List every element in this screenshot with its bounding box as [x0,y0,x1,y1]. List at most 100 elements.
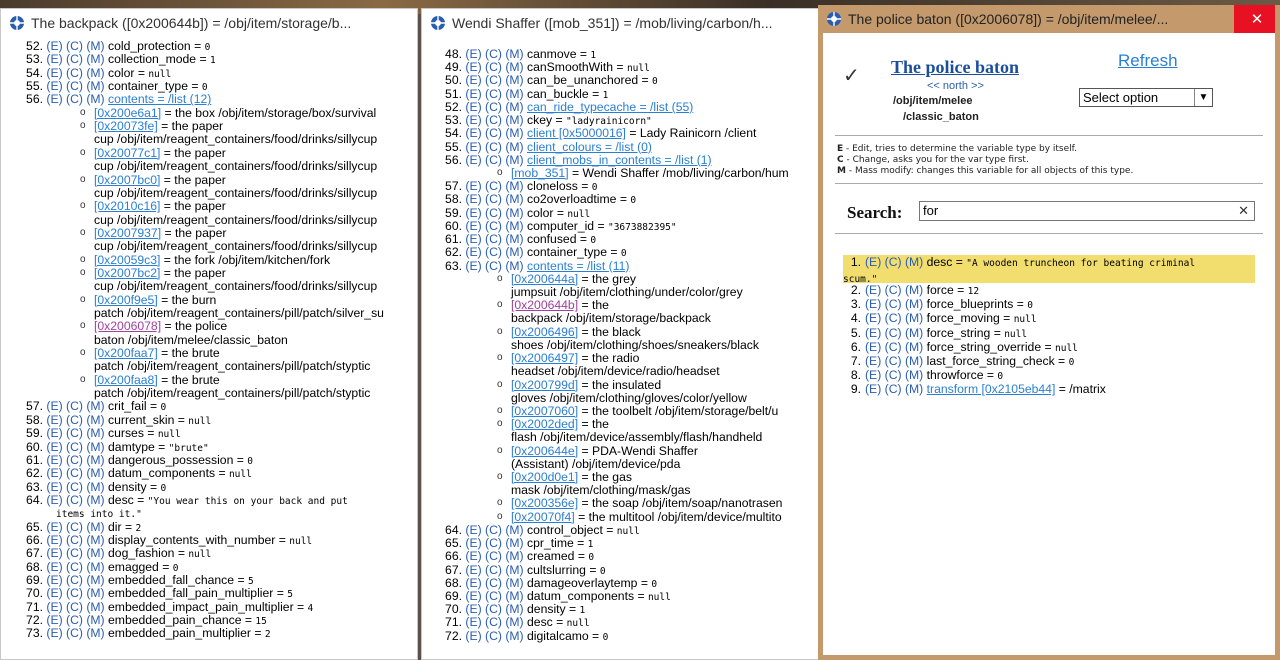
edit-link[interactable]: (E) [865,283,881,297]
change-link[interactable]: (C) [485,232,502,246]
change-link[interactable]: (C) [66,399,83,413]
mass-modify-link[interactable]: (M) [505,100,523,114]
reference-link[interactable]: [0x200d0e1] [511,470,578,484]
mass-modify-link[interactable]: (M) [86,493,104,507]
reference-link[interactable]: [0x200799d] [511,378,578,392]
change-link[interactable]: (C) [66,440,83,454]
edit-link[interactable]: (E) [465,629,481,643]
change-link[interactable]: (C) [485,536,502,550]
edit-link[interactable]: (E) [865,297,881,311]
edit-link[interactable]: (E) [46,600,62,614]
option-select[interactable]: Select option ▼ [1079,88,1213,107]
mass-modify-link[interactable]: (M) [505,589,523,603]
reference-link[interactable]: [0x2007937] [94,226,161,240]
reference-link[interactable]: [0x200356e] [511,496,578,510]
variable-name-link[interactable]: contents = /list (11) [527,259,629,273]
change-link[interactable]: (C) [485,523,502,537]
change-link[interactable]: (C) [66,453,83,467]
change-link[interactable]: (C) [885,368,902,382]
variable-name-link[interactable]: client_colours = /list (0) [527,140,652,154]
mass-modify-link[interactable]: (M) [86,399,104,413]
edit-link[interactable]: (E) [46,92,62,106]
mass-modify-link[interactable]: (M) [505,536,523,550]
edit-link[interactable]: (E) [465,60,481,74]
change-link[interactable]: (C) [66,426,83,440]
reference-link[interactable]: [0x2006078] [94,319,161,333]
edit-link[interactable]: (E) [46,586,62,600]
edit-link[interactable]: (E) [46,466,62,480]
edit-link[interactable]: (E) [46,426,62,440]
edit-link[interactable]: (E) [465,100,481,114]
change-link[interactable]: (C) [66,613,83,627]
edit-link[interactable]: (E) [46,453,62,467]
mass-modify-link[interactable]: (M) [86,533,104,547]
reference-link[interactable]: [0x2007bc0] [94,173,160,187]
change-link[interactable]: (C) [66,493,83,507]
mass-modify-link[interactable]: (M) [905,340,923,354]
edit-link[interactable]: (E) [465,536,481,550]
change-link[interactable]: (C) [66,626,83,640]
change-link[interactable]: (C) [485,576,502,590]
mass-modify-link[interactable]: (M) [905,368,923,382]
change-link[interactable]: (C) [885,354,902,368]
edit-link[interactable]: (E) [865,255,881,269]
direction-nav[interactable]: << north >> [927,80,984,92]
reference-link[interactable]: [0x2006497] [511,351,578,365]
mass-modify-link[interactable]: (M) [505,563,523,577]
edit-link[interactable]: (E) [46,39,62,53]
change-link[interactable]: (C) [885,340,902,354]
change-link[interactable]: (C) [66,600,83,614]
mass-modify-link[interactable]: (M) [505,219,523,233]
mass-modify-link[interactable]: (M) [86,520,104,534]
change-link[interactable]: (C) [485,126,502,140]
change-link[interactable]: (C) [485,192,502,206]
change-link[interactable]: (C) [485,73,502,87]
reference-link[interactable]: [0x2006496] [511,325,578,339]
change-link[interactable]: (C) [485,47,502,61]
mass-modify-link[interactable]: (M) [505,615,523,629]
mass-modify-link[interactable]: (M) [505,523,523,537]
change-link[interactable]: (C) [485,549,502,563]
mass-modify-link[interactable]: (M) [86,92,104,106]
change-link[interactable]: (C) [66,52,83,66]
mass-modify-link[interactable]: (M) [505,602,523,616]
reference-link[interactable]: [0x2007060] [511,404,578,418]
change-link[interactable]: (C) [885,311,902,325]
edit-link[interactable]: (E) [46,520,62,534]
edit-link[interactable]: (E) [465,140,481,154]
change-link[interactable]: (C) [885,297,902,311]
edit-link[interactable]: (E) [465,549,481,563]
edit-link[interactable]: (E) [865,340,881,354]
mass-modify-link[interactable]: (M) [905,311,923,325]
edit-link[interactable]: (E) [465,179,481,193]
reference-link[interactable]: [0x200faa8] [94,373,158,387]
mass-modify-link[interactable]: (M) [505,245,523,259]
variable-name-link[interactable]: client_mobs_in_contents = /list (1) [527,153,712,167]
reference-link[interactable]: [0x20077c1] [94,146,160,160]
mass-modify-link[interactable]: (M) [86,613,104,627]
reference-link[interactable]: [0x20059c3] [94,253,160,267]
mass-modify-link[interactable]: (M) [505,206,523,220]
edit-link[interactable]: (E) [465,113,481,127]
mass-modify-link[interactable]: (M) [86,546,104,560]
edit-link[interactable]: (E) [465,589,481,603]
edit-link[interactable]: (E) [465,523,481,537]
change-link[interactable]: (C) [66,480,83,494]
change-link[interactable]: (C) [485,629,502,643]
mass-modify-link[interactable]: (M) [86,413,104,427]
change-link[interactable]: (C) [485,615,502,629]
change-link[interactable]: (C) [485,113,502,127]
edit-link[interactable]: (E) [465,576,481,590]
edit-link[interactable]: (E) [465,192,481,206]
edit-link[interactable]: (E) [46,79,62,93]
reference-link[interactable]: [0x200644a] [511,272,578,286]
edit-link[interactable]: (E) [46,480,62,494]
variable-name-link[interactable]: can_ride_typecache = /list (55) [527,100,693,114]
change-link[interactable]: (C) [485,87,502,101]
edit-link[interactable]: (E) [465,615,481,629]
variable-name-link[interactable]: transform [0x2105eb44] [927,382,1056,396]
mass-modify-link[interactable]: (M) [86,466,104,480]
change-link[interactable]: (C) [66,466,83,480]
change-link[interactable]: (C) [66,92,83,106]
mass-modify-link[interactable]: (M) [905,297,923,311]
